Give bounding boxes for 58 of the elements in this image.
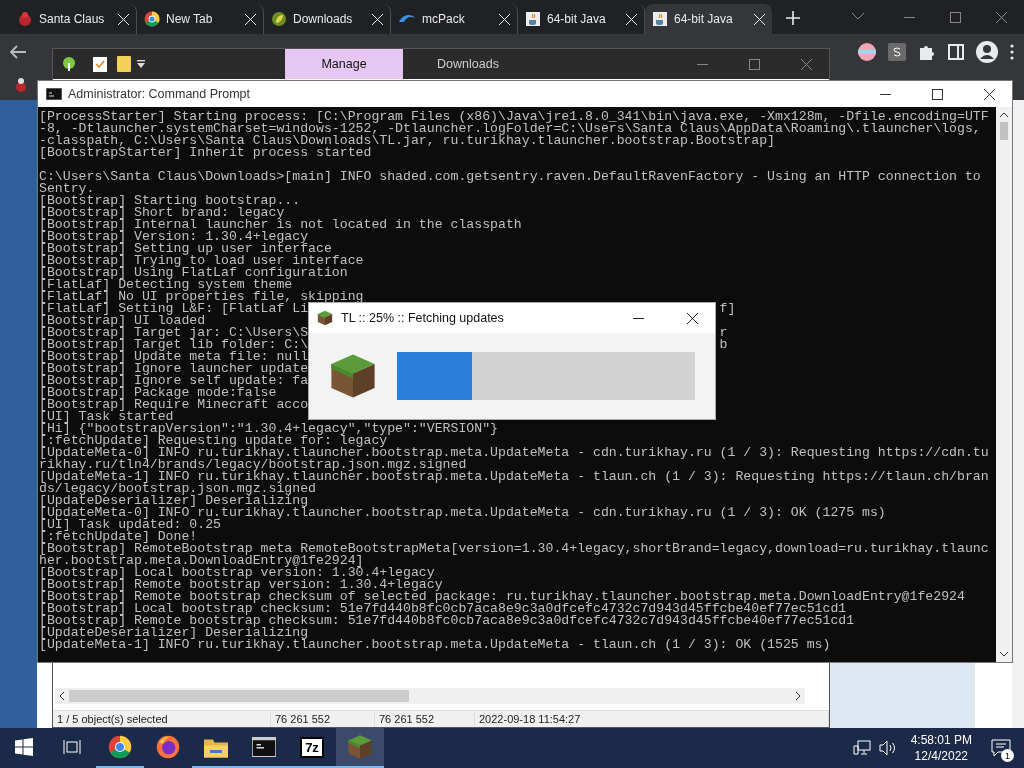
notification-icon[interactable]	[991, 739, 1011, 757]
status-text: 2022-09-18 11:54:27	[475, 711, 829, 727]
status-text: 1 / 5 object(s) selected	[53, 711, 271, 727]
task-view-icon[interactable]	[63, 739, 81, 755]
puzzle-icon[interactable]	[918, 43, 936, 61]
chrome-icon	[108, 735, 132, 759]
ribbon-tab[interactable]: Manage	[285, 49, 403, 79]
dialog-title: TL :: 25% :: Fetching updates	[341, 311, 504, 325]
santa-icon	[17, 11, 33, 27]
maximize-icon[interactable]	[931, 88, 943, 100]
chrome-icon	[144, 11, 160, 27]
avatar-icon[interactable]	[976, 41, 998, 63]
cup-icon	[652, 11, 668, 27]
date: 12/4/2022	[914, 748, 968, 764]
checklist-icon[interactable]	[93, 56, 107, 72]
grass-block-icon	[329, 352, 377, 400]
console-line: C:\Users\Santa Claus\Downloads>[main] INFO shaded.com.getsentry.raven.DefaultRavenFactory - Using an HTTP connection to	[39, 169, 981, 184]
firefox-icon	[156, 735, 180, 759]
cup-icon	[525, 11, 541, 27]
scrollbar-thumb[interactable]	[69, 690, 409, 702]
santa-icon[interactable]	[14, 77, 28, 93]
status-text: 76 261 552	[271, 711, 375, 727]
window-title: Administrator: Command Prompt	[68, 87, 250, 101]
windows-logo-icon[interactable]	[15, 738, 33, 756]
profile-circle-icon[interactable]	[858, 43, 876, 61]
menu-icon[interactable]	[1010, 44, 1014, 60]
horizontal-scrollbar[interactable]	[55, 688, 805, 704]
network-icon[interactable]	[852, 740, 871, 756]
console-line: b	[719, 339, 728, 351]
ribbon-tab[interactable]: Downloads	[409, 49, 527, 79]
terminal-icon	[46, 88, 62, 100]
notification-count: 1	[1001, 749, 1014, 762]
console-line: r	[719, 327, 728, 339]
chevron-down-icon[interactable]	[852, 13, 864, 20]
browser-tab[interactable]: 64-bit Java	[645, 4, 772, 34]
console-line: f]	[719, 303, 736, 315]
console-line: Sentry.	[39, 181, 95, 196]
back-icon[interactable]	[10, 45, 26, 59]
swirl-icon	[398, 13, 416, 25]
terminal-icon	[252, 737, 276, 757]
side-panel-icon[interactable]	[948, 44, 964, 60]
status-text: 76 261 552	[375, 711, 475, 727]
plus-icon[interactable]	[786, 11, 800, 25]
scrollbar-thumb[interactable]	[1000, 122, 1008, 140]
close-icon[interactable]	[983, 88, 995, 100]
vertical-scrollbar[interactable]	[996, 107, 1012, 662]
clock[interactable]: 4:58:01 PM 12/4/2022	[904, 732, 978, 764]
console-line: [ProcessStarter] Starting process: [C:\Program Files (x86)\Java\jre1.8.0_341\bin\java.exe, -Xmx128m, -Dfile.encoding=UTF	[39, 109, 989, 124]
time: 4:58:01 PM	[910, 732, 972, 748]
extension-icon[interactable]	[888, 43, 906, 61]
leaf-icon	[271, 11, 287, 27]
volume-icon[interactable]	[878, 740, 897, 756]
close-icon[interactable]	[686, 312, 698, 324]
archiver-icon: 7z	[300, 736, 324, 758]
grass-block-icon	[317, 310, 333, 326]
tree-icon[interactable]	[61, 56, 77, 72]
grass-block-icon	[347, 734, 373, 760]
dropdown-icon[interactable]	[137, 59, 145, 69]
